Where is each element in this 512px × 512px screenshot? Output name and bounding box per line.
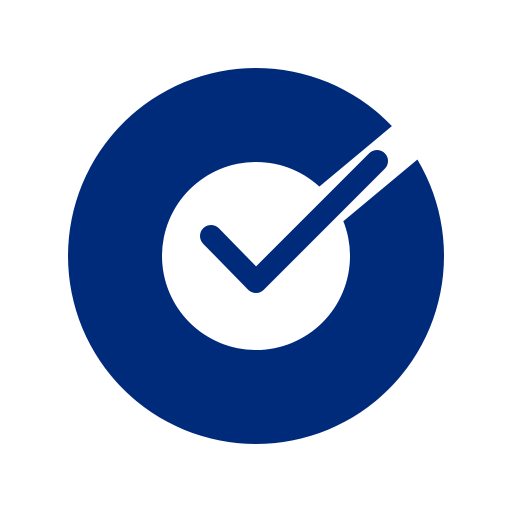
checkmark-circle-icon [68,68,444,444]
outer-ring [68,68,444,444]
app-icon-canvas [0,0,512,512]
